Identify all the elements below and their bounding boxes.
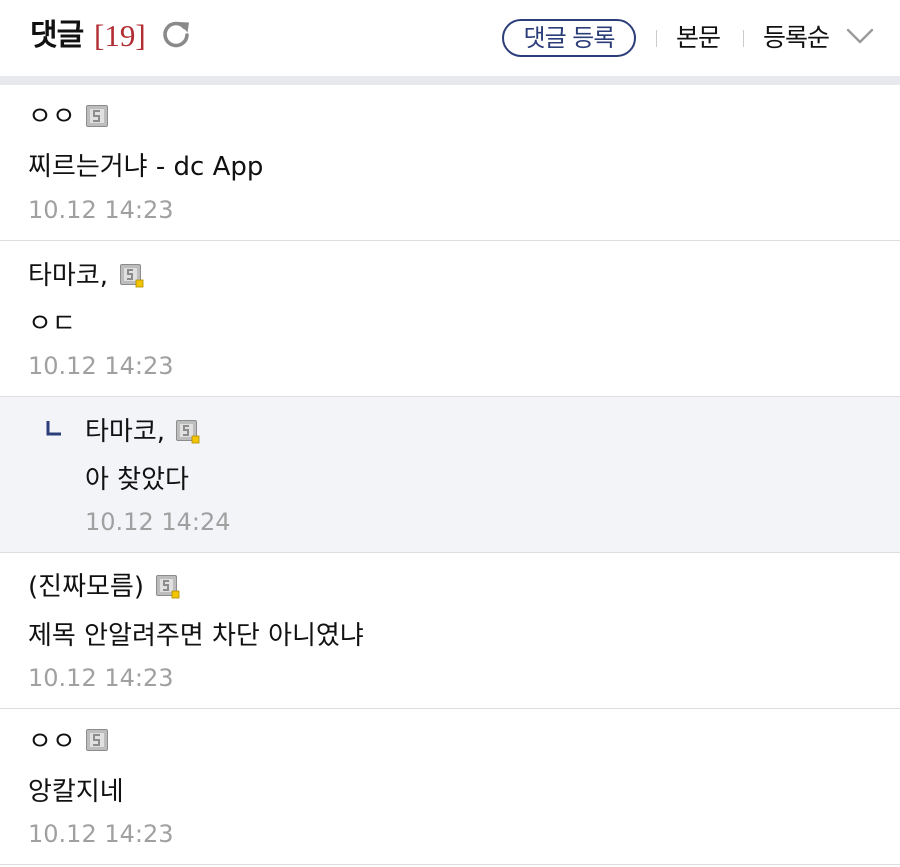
comment-item: ㅇㅇ 찌르는거냐 - dc App 10.12 14:23 [0, 85, 900, 241]
reply-arrow-icon [46, 421, 61, 436]
comment-count: [19] [94, 18, 146, 53]
gallog-nick-icon [176, 420, 200, 444]
comment-author[interactable]: 타마코, [85, 415, 165, 449]
body-link[interactable]: 본문 [676, 19, 721, 57]
divider [743, 30, 744, 47]
comment-text: ㅇㄷ [28, 309, 76, 339]
comment-text: 찌르는거냐 - dc App [28, 152, 264, 182]
comment-item: (진짜모름) 제목 안알려주면 차단 아니였냐 10.12 14:23 [0, 553, 900, 709]
comment-header: 댓글 [19] 댓글 등록 본문 등록순 [0, 0, 900, 76]
comment-item: 타마코, ㅇㄷ 10.12 14:23 [0, 241, 900, 397]
comment-item: ㅇㅇ 앙칼지네 10.12 14:23 [0, 709, 900, 865]
comment-author[interactable]: ㅇㅇ [28, 725, 76, 759]
comment-text: 아 찾았다 [85, 465, 189, 495]
divider [656, 30, 657, 47]
comment-date: 10.12 14:23 [28, 820, 174, 848]
reply-item: 타마코, 아 찾았다 10.12 14:24 [0, 397, 900, 553]
fixed-nick-icon [86, 729, 108, 751]
comment-text: 앙칼지네 [28, 777, 124, 807]
gallog-nick-icon [156, 575, 180, 599]
comment-author[interactable]: 타마코, [28, 259, 108, 293]
comment-date: 10.12 14:24 [85, 508, 231, 536]
comment-date: 10.12 14:23 [28, 352, 174, 380]
comment-author[interactable]: (진짜모름) [28, 570, 144, 604]
fixed-nick-icon [86, 105, 108, 127]
refresh-icon[interactable] [160, 18, 192, 50]
comment-author[interactable]: ㅇㅇ [28, 100, 76, 134]
write-comment-button[interactable]: 댓글 등록 [502, 19, 636, 57]
gallog-nick-icon [120, 264, 144, 288]
sort-dropdown[interactable]: 등록순 [763, 19, 830, 57]
chevron-down-icon[interactable] [846, 28, 874, 46]
header-divider-bar [0, 76, 900, 85]
comment-section-title: 댓글 [30, 18, 84, 53]
comment-date: 10.12 14:23 [28, 196, 174, 224]
comment-date: 10.12 14:23 [28, 664, 174, 692]
comment-text: 제목 안알려주면 차단 아니였냐 [28, 621, 364, 651]
